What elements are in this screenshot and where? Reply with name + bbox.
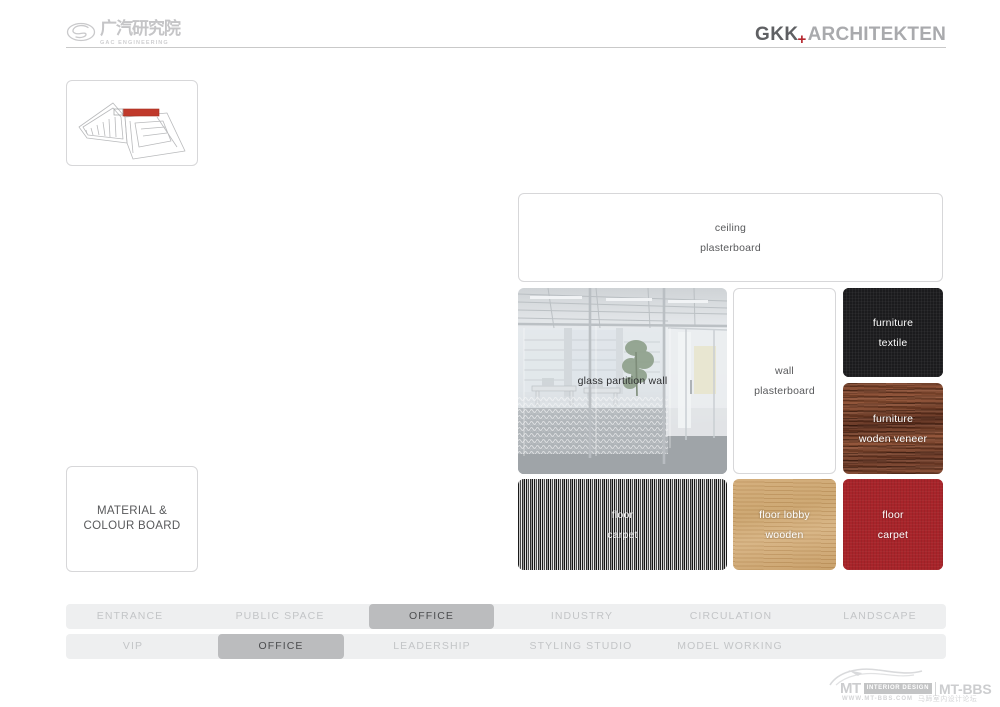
nav-item-leadership-label: LEADERSHIP	[393, 640, 471, 652]
nav-row-secondary: VIP OFFICE LEADERSHIP STYLING STUDIO MOD…	[66, 634, 946, 659]
tile-ceiling-label: ceiling plasterboard	[700, 218, 761, 258]
watermark-url-row: WWW.MT-BBS.COM 马蹄室内设计论坛	[842, 694, 977, 704]
tile-floor-lobby-wooden[interactable]: floor lobby wooden	[733, 479, 836, 570]
plan-highlight-region	[122, 108, 160, 117]
nav-item-public-space[interactable]: PUBLIC SPACE	[216, 604, 344, 629]
nav-item-office-2-label: OFFICE	[258, 640, 304, 652]
architekten-wordmark: ARCHITEKTEN	[807, 24, 946, 45]
nav-item-office-2[interactable]: OFFICE	[218, 634, 344, 659]
floor-plan-drawing-icon	[78, 102, 186, 160]
nav-item-industry-label: INDUSTRY	[550, 610, 614, 622]
board-title-line1: MATERIAL &	[96, 505, 168, 517]
tile-wall[interactable]: wall plasterboard	[733, 288, 836, 474]
nav-item-model-working-label: MODEL WORKING	[677, 640, 783, 652]
watermark-cn: 马蹄室内设计论坛	[918, 695, 978, 703]
tile-floor-carpet-red[interactable]: floor carpet	[843, 479, 943, 570]
gac-oval-logo-icon	[66, 22, 96, 42]
slide-page: 广汽研究院 GAC ENGINEERING GKK+ARCHITEKTEN MA…	[0, 0, 1000, 707]
textile-swatch-texture	[843, 288, 943, 377]
watermark-url: WWW.MT-BBS.COM	[842, 696, 913, 702]
nav-item-landscape-label: LANDSCAPE	[843, 610, 917, 622]
gkk-plus-icon: +	[797, 31, 807, 48]
tile-furniture-wood-veneer[interactable]: furniture woden veneer	[843, 383, 943, 474]
tile-glass-partition-wall[interactable]: glass partition wall	[518, 288, 727, 474]
tile-ceiling[interactable]: ceiling plasterboard	[518, 193, 943, 282]
office-glass-partition-photo	[518, 288, 727, 474]
nav-item-vip[interactable]: VIP	[69, 634, 197, 659]
grey-carpet-swatch-texture	[518, 479, 727, 570]
nav-item-leadership[interactable]: LEADERSHIP	[368, 634, 496, 659]
tile-wall-line2: plasterboard	[754, 385, 815, 397]
material-colour-board-title: MATERIAL & COLOUR BOARD	[66, 466, 198, 572]
nav-item-public-space-label: PUBLIC SPACE	[235, 610, 325, 622]
gac-logo-en: GAC ENGINEERING	[100, 40, 169, 46]
gkk-architekten-logo: GKK+ARCHITEKTEN	[755, 24, 946, 48]
tile-wall-label: wall plasterboard	[754, 361, 815, 401]
header-divider	[66, 47, 946, 48]
nav-item-styling-studio[interactable]: STYLING STUDIO	[517, 634, 645, 659]
tile-furniture-textile[interactable]: furniture textile	[843, 288, 943, 377]
red-carpet-swatch-texture	[843, 479, 943, 570]
nav-item-circulation-label: CIRCULATION	[689, 610, 773, 622]
nav-item-landscape[interactable]: LANDSCAPE	[816, 604, 944, 629]
floor-plan-thumbnail[interactable]	[66, 80, 198, 166]
nav-item-vip-label: VIP	[122, 640, 144, 652]
light-wood-swatch-texture	[733, 479, 836, 570]
nav-item-styling-studio-label: STYLING STUDIO	[529, 640, 633, 652]
nav-item-office[interactable]: OFFICE	[369, 604, 494, 629]
nav-item-entrance-label: ENTRANCE	[96, 610, 164, 622]
site-watermark: MT INTERIOR DESIGN MT-BBS WWW.MT-BBS.COM…	[824, 666, 992, 704]
page-header: 广汽研究院 GAC ENGINEERING GKK+ARCHITEKTEN	[0, 0, 1000, 56]
tile-floor-carpet-grey[interactable]: floor carpet	[518, 479, 727, 570]
nav-item-office-label: OFFICE	[408, 610, 455, 622]
tile-wall-line1: wall	[775, 365, 794, 377]
board-title-line2: COLOUR BOARD	[83, 520, 181, 532]
nav-item-model-working[interactable]: MODEL WORKING	[666, 634, 794, 659]
nav-item-circulation[interactable]: CIRCULATION	[667, 604, 795, 629]
nav-item-industry[interactable]: INDUSTRY	[518, 604, 646, 629]
dark-wood-swatch-texture	[843, 383, 943, 474]
watermark-badge: INTERIOR DESIGN	[863, 683, 933, 694]
nav-item-entrance[interactable]: ENTRANCE	[66, 604, 194, 629]
tile-ceiling-line2: plasterboard	[700, 241, 761, 254]
gac-logo: 广汽研究院 GAC ENGINEERING	[66, 21, 206, 49]
tile-ceiling-line1: ceiling	[714, 221, 747, 234]
gkk-wordmark: GKK	[755, 24, 799, 45]
nav-row-primary: ENTRANCE PUBLIC SPACE OFFICE INDUSTRY CI…	[66, 604, 946, 629]
gac-logo-cn: 广汽研究院	[100, 19, 181, 39]
